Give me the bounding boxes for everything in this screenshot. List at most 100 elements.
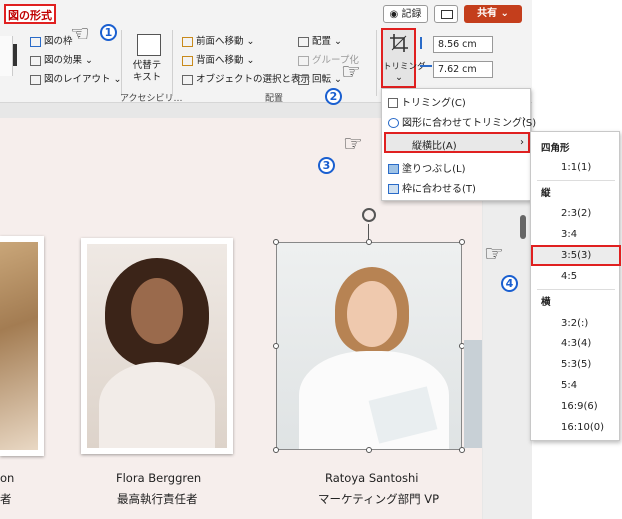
alt-text-button[interactable]: 代替テキスト <box>128 32 166 84</box>
tab-picture-format[interactable]: 図の形式 <box>4 4 56 24</box>
record-button[interactable]: ◉ 記録 <box>383 5 428 23</box>
share-label: 共有 <box>477 8 498 19</box>
menu-item-aspect-ratio-label: 縦横比(A) <box>412 141 457 152</box>
send-backward-button[interactable]: 背面へ移動 ⌄ <box>182 52 255 66</box>
ratio-4-3[interactable]: 4:3(4) <box>561 338 591 349</box>
comments-button[interactable] <box>434 5 458 23</box>
pic-effect-label: 図の効果 <box>44 55 83 66</box>
ratio-3-2[interactable]: 3:2(:) <box>561 318 588 329</box>
selection-pane-label: オブジェクトの選択と表示 <box>196 74 311 85</box>
header-landscape: 横 <box>541 297 551 308</box>
person-name-flora: Flora Berggren <box>116 471 202 485</box>
aspect-ratio-submenu: 四角形 1:1(1) 縦 2:3(2) 3:4 3:5(3) 4:5 横 3:2… <box>530 131 621 441</box>
right-partial-photo <box>464 340 482 448</box>
ratio-1-1[interactable]: 1:1(1) <box>561 162 591 173</box>
crop-dropdown-menu: トリミング(C) 図形に合わせてトリミング(S) › 縦横比(A) › 塗りつぶ… <box>381 88 536 201</box>
bring-forward-button[interactable]: 前面へ移動 ⌄ <box>182 33 255 47</box>
alt-text-label: 代替テキスト <box>132 60 162 83</box>
rotate-button[interactable]: 回転 ⌄ <box>298 71 342 85</box>
photo-image <box>0 242 38 450</box>
ratio-4-5[interactable]: 4:5 <box>561 271 577 282</box>
ratio-16-9[interactable]: 16:9(6) <box>561 401 598 412</box>
height-input[interactable]: 8.56 cm <box>433 36 493 53</box>
selection-handle[interactable] <box>273 447 279 453</box>
crop-icon <box>390 34 408 52</box>
rotate-label: 回転 <box>312 74 332 85</box>
menu-item-fit[interactable]: 枠に合わせる(T) <box>388 180 476 195</box>
menu-item-crop-to-shape-label: 図形に合わせてトリミング(S) <box>402 118 537 129</box>
step-badge-1: 1 <box>100 24 117 41</box>
height-icon <box>420 37 430 49</box>
bring-forward-label: 前面へ移動 <box>196 36 244 47</box>
selection-pane-icon <box>182 74 193 85</box>
person-photo-left-partial[interactable] <box>0 236 44 456</box>
comment-icon <box>441 10 453 19</box>
ribbon-left-sliver <box>0 36 13 76</box>
ratio-3-5[interactable]: 3:5(3) <box>531 245 621 266</box>
ratio-3-4[interactable]: 3:4 <box>561 229 577 240</box>
crop-dropdown-arrow: ⌄ <box>395 72 403 83</box>
menu-divider <box>537 289 615 290</box>
ratio-5-4[interactable]: 5:4 <box>561 380 577 391</box>
crop-button[interactable]: トリミング ⌄ <box>381 28 426 88</box>
menu-item-fill[interactable]: 塗りつぶし(L) <box>388 160 465 175</box>
menu-item-crop-to-shape[interactable]: 図形に合わせてトリミング(S) › <box>388 114 536 129</box>
fit-icon <box>388 184 399 194</box>
pic-effect-button[interactable]: 図の効果 ⌄ <box>30 52 93 66</box>
width-input[interactable]: 7.62 cm <box>433 61 493 78</box>
bring-forward-icon <box>182 36 193 47</box>
header-portrait: 縦 <box>541 188 551 199</box>
crop-small-icon <box>388 98 398 108</box>
menu-item-fit-label: 枠に合わせる(T) <box>402 184 476 195</box>
align-icon <box>298 36 309 47</box>
rotate-icon <box>298 74 309 85</box>
pic-border-button[interactable]: 図の枠 <box>30 33 73 47</box>
photo-image <box>87 244 227 448</box>
header-square: 四角形 <box>541 143 570 154</box>
layout-icon <box>30 74 41 85</box>
menu-item-aspect-ratio[interactable]: 縦横比(A) › <box>384 132 530 153</box>
person-photo-flora[interactable] <box>81 238 233 454</box>
ratio-5-3[interactable]: 5:3(5) <box>561 359 591 370</box>
separator <box>121 30 122 96</box>
pic-border-label: 図の枠 <box>44 36 73 47</box>
pointing-hand-icon: ☞ <box>484 242 504 267</box>
style-scroll-icon[interactable] <box>13 44 17 66</box>
ratio-16-10[interactable]: 16:10(0) <box>561 422 604 433</box>
separator <box>376 30 377 96</box>
face-shape <box>131 278 183 344</box>
rotation-handle-stem <box>368 224 369 240</box>
selection-handle[interactable] <box>459 239 465 245</box>
menu-item-fill-label: 塗りつぶし(L) <box>402 164 466 175</box>
vertical-scrollbar-thumb[interactable] <box>520 215 526 239</box>
pic-layout-label: 図のレイアウト <box>44 74 111 85</box>
fill-icon <box>388 164 399 174</box>
menu-item-crop[interactable]: トリミング(C) <box>388 94 466 109</box>
person-name-ratoya: Ratoya Santoshi <box>325 471 419 485</box>
effect-icon <box>30 55 41 66</box>
width-icon <box>420 65 432 73</box>
group-icon <box>298 55 309 66</box>
selection-handle[interactable] <box>273 343 279 349</box>
share-button[interactable]: 共有 ⌄ <box>464 5 522 23</box>
selection-handle[interactable] <box>366 239 372 245</box>
step-badge-3: 3 <box>318 157 335 174</box>
submenu-chevron-icon: › <box>522 114 526 125</box>
selection-handle[interactable] <box>273 239 279 245</box>
align-button[interactable]: 配置 ⌄ <box>298 33 342 47</box>
body-shape <box>99 362 215 448</box>
pointing-hand-icon: ☜ <box>70 22 90 47</box>
person-title-flora: 最高執行責任者 <box>117 492 198 506</box>
pic-layout-button[interactable]: 図のレイアウト ⌄ <box>30 71 122 85</box>
ratio-2-3[interactable]: 2:3(2) <box>561 208 591 219</box>
person-name-left-partial: on <box>0 471 15 485</box>
person-photo-ratoya[interactable] <box>276 242 462 450</box>
border-icon <box>30 36 41 47</box>
selection-handle[interactable] <box>366 447 372 453</box>
selection-pane-button[interactable]: オブジェクトの選択と表示 <box>182 71 310 85</box>
rotate-handle-icon[interactable] <box>362 208 376 222</box>
menu-item-crop-label: トリミング(C) <box>401 98 466 109</box>
pointing-hand-icon: ☞ <box>341 60 361 85</box>
face-shape <box>347 281 397 347</box>
step-badge-2: 2 <box>325 88 342 105</box>
